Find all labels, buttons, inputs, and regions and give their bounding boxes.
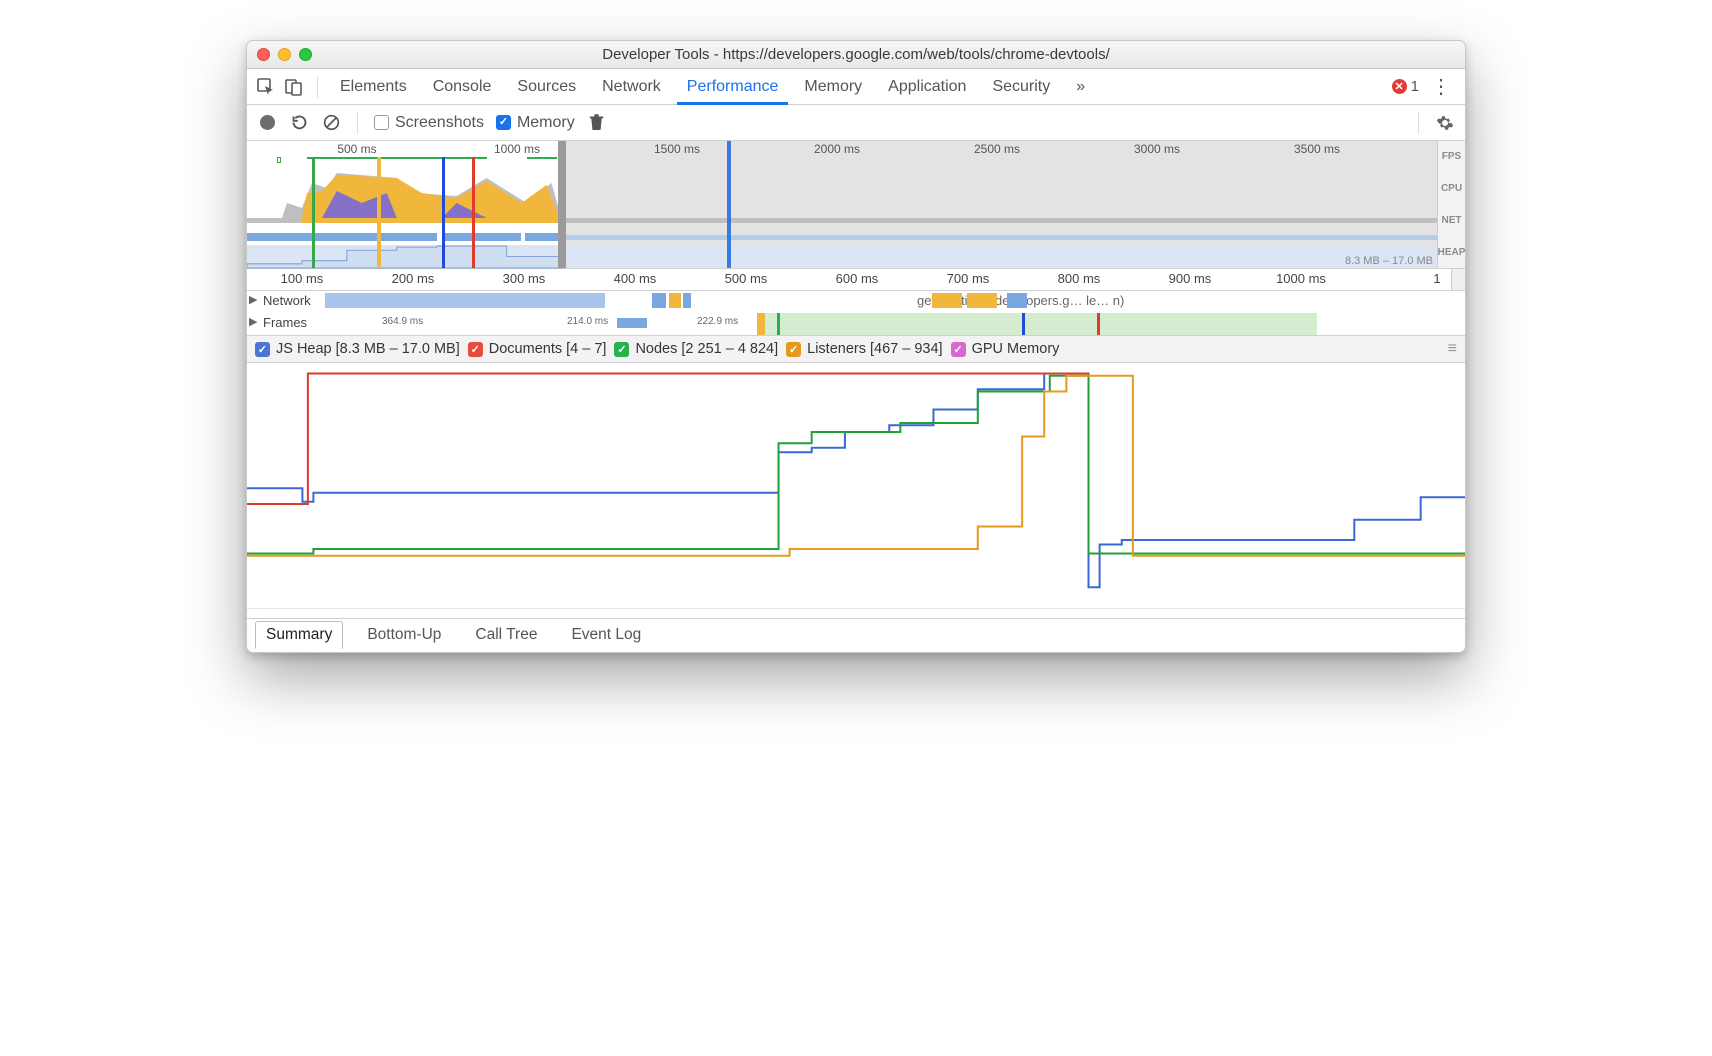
tab-network[interactable]: Network xyxy=(592,69,671,104)
overview-heap-range: 8.3 MB – 17.0 MB xyxy=(1345,255,1433,267)
counter-gpu-memory[interactable]: GPU Memory xyxy=(951,341,1060,357)
tab-more-panels[interactable]: » xyxy=(1066,69,1095,104)
device-toolbar-icon[interactable] xyxy=(283,76,305,98)
memory-label: Memory xyxy=(517,114,575,132)
disclosure-triangle-icon[interactable]: ▶ xyxy=(249,315,257,328)
overview-handle[interactable] xyxy=(558,141,566,268)
console-error-counter[interactable]: ✕ 1 xyxy=(1392,78,1419,95)
checkbox-checked-icon xyxy=(496,115,511,130)
checkbox-unchecked-icon xyxy=(374,115,389,130)
counter-js-heap[interactable]: JS Heap [8.3 MB – 17.0 MB] xyxy=(255,341,460,357)
overview-cpu xyxy=(247,163,1437,223)
memory-checkbox[interactable]: Memory xyxy=(496,114,575,132)
checkbox-icon xyxy=(614,342,629,357)
maximize-window-button[interactable] xyxy=(299,48,312,61)
tab-call-tree[interactable]: Call Tree xyxy=(465,622,547,648)
flame-tracks[interactable]: ▶ Network lopers.google.com/ (developers… xyxy=(247,291,1465,335)
screenshots-label: Screenshots xyxy=(395,114,484,132)
overview-ruler: 500 ms 1000 ms 1500 ms 2000 ms 2500 ms 3… xyxy=(247,141,1437,157)
tab-sources[interactable]: Sources xyxy=(507,69,586,104)
tab-summary[interactable]: Summary xyxy=(255,621,343,649)
error-count: 1 xyxy=(1411,78,1419,95)
checkbox-icon xyxy=(786,342,801,357)
overview-net xyxy=(247,231,1437,243)
tab-performance[interactable]: Performance xyxy=(677,70,789,105)
tab-bottom-up[interactable]: Bottom-Up xyxy=(357,622,451,648)
inspect-element-icon[interactable] xyxy=(255,76,277,98)
performance-toolbar: Screenshots Memory xyxy=(247,105,1465,141)
checkbox-icon xyxy=(468,342,483,357)
counters-legend: JS Heap [8.3 MB – 17.0 MB] Documents [4 … xyxy=(247,335,1465,363)
devtools-menu-icon[interactable]: ⋮ xyxy=(1425,77,1457,97)
counters-menu-icon[interactable]: ≡ xyxy=(1448,340,1457,358)
details-tabs: Summary Bottom-Up Call Tree Event Log xyxy=(247,618,1465,652)
memory-chart[interactable] xyxy=(247,363,1465,608)
counter-listeners[interactable]: Listeners [467 – 934] xyxy=(786,341,942,357)
counter-nodes[interactable]: Nodes [2 251 – 4 824] xyxy=(614,341,778,357)
minimize-window-button[interactable] xyxy=(278,48,291,61)
series-nodes xyxy=(247,376,1465,554)
tab-elements[interactable]: Elements xyxy=(330,69,417,104)
counter-documents[interactable]: Documents [4 – 7] xyxy=(468,341,607,357)
tab-memory[interactable]: Memory xyxy=(794,69,872,104)
devtools-window: Developer Tools - https://developers.goo… xyxy=(246,40,1466,653)
panel-tabs: Elements Console Sources Network Perform… xyxy=(247,69,1465,105)
settings-button[interactable] xyxy=(1435,114,1455,132)
scrollbar[interactable] xyxy=(1451,269,1465,290)
tab-event-log[interactable]: Event Log xyxy=(561,622,651,648)
series-documents xyxy=(247,374,1465,554)
disclosure-triangle-icon[interactable]: ▶ xyxy=(249,293,257,306)
screenshots-checkbox[interactable]: Screenshots xyxy=(374,114,484,132)
overview-track-labels: FPS CPU NET HEAP xyxy=(1437,141,1465,268)
details-ruler[interactable]: 100 ms 200 ms 300 ms 400 ms 500 ms 600 m… xyxy=(247,269,1465,291)
window-controls xyxy=(257,48,312,61)
frames-track[interactable]: ▶ Frames 364.9 ms 214.0 ms 222.9 ms xyxy=(247,313,1465,335)
tab-security[interactable]: Security xyxy=(982,69,1060,104)
clear-button[interactable] xyxy=(321,114,341,131)
window-title: Developer Tools - https://developers.goo… xyxy=(247,46,1465,63)
trash-button[interactable] xyxy=(587,114,607,131)
overview-heap: 8.3 MB – 17.0 MB xyxy=(247,245,1437,268)
titlebar: Developer Tools - https://developers.goo… xyxy=(247,41,1465,69)
series-listeners xyxy=(247,376,1465,556)
overview-strip[interactable]: 500 ms 1000 ms 1500 ms 2000 ms 2500 ms 3… xyxy=(247,141,1465,269)
close-window-button[interactable] xyxy=(257,48,270,61)
checkbox-icon xyxy=(951,342,966,357)
tab-application[interactable]: Application xyxy=(878,69,976,104)
checkbox-icon xyxy=(255,342,270,357)
tab-console[interactable]: Console xyxy=(423,69,502,104)
network-track[interactable]: ▶ Network lopers.google.com/ (developers… xyxy=(247,291,1465,313)
error-icon: ✕ xyxy=(1392,79,1407,94)
record-button[interactable] xyxy=(257,115,277,130)
reload-button[interactable] xyxy=(289,114,309,131)
